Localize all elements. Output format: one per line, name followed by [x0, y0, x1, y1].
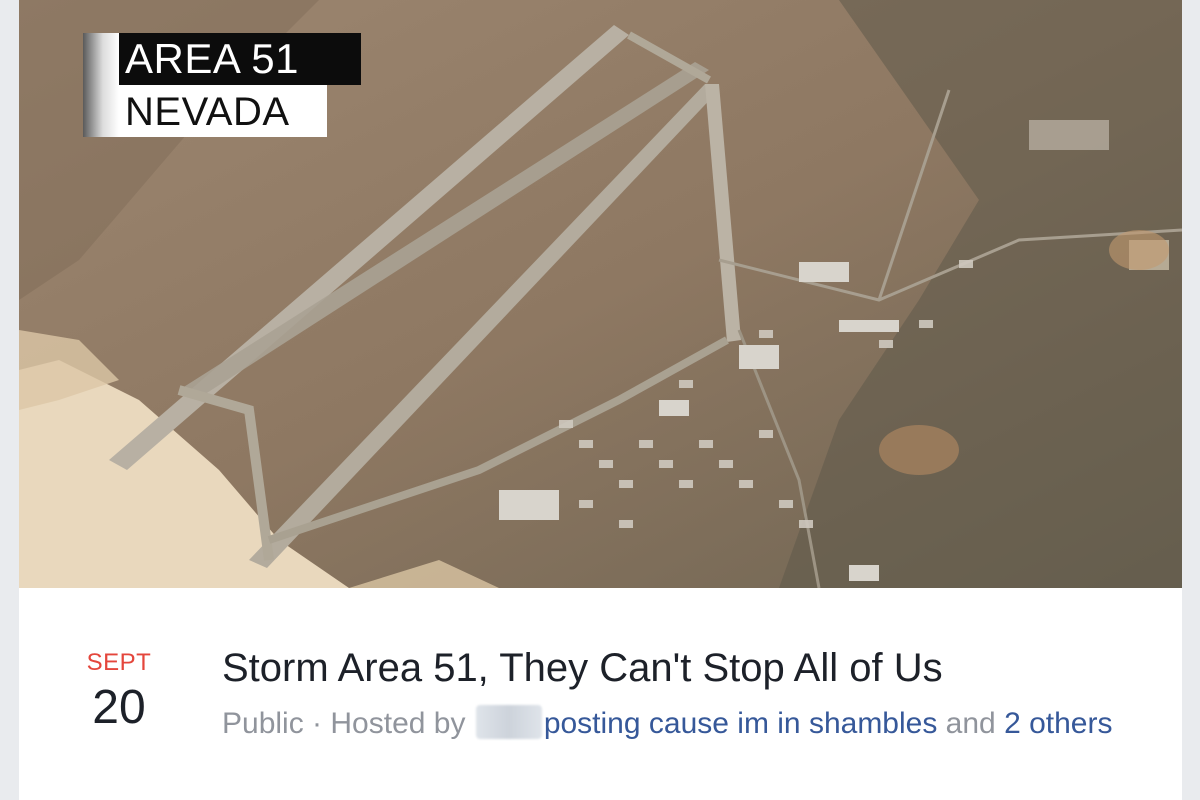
- and-label: and: [937, 707, 1005, 740]
- event-month: SEPT: [86, 649, 152, 676]
- event-day: 20: [92, 681, 146, 734]
- privacy-label: Public: [222, 707, 304, 740]
- event-title[interactable]: Storm Area 51, They Can't Stop All of Us: [222, 640, 1122, 696]
- other-hosts-link[interactable]: 2 others: [1004, 707, 1112, 740]
- event-info: Storm Area 51, They Can't Stop All of Us…: [222, 640, 1122, 746]
- event-card: AREA 51 NEVADA SEPT 20 Storm Area 51, Th…: [19, 0, 1182, 800]
- blurred-host-avatar: [475, 705, 542, 739]
- event-date-badge: SEPT 20: [59, 648, 179, 734]
- caption-line-1: AREA 51: [119, 33, 361, 85]
- hosted-by-label: Hosted by: [330, 707, 466, 740]
- host-link[interactable]: posting cause im in shambles: [544, 707, 938, 740]
- location-caption-overlay: AREA 51 NEVADA: [83, 33, 361, 137]
- meta-separator: ·: [303, 707, 331, 740]
- caption-accent-bar: [83, 33, 119, 137]
- event-cover-photo[interactable]: AREA 51 NEVADA: [19, 0, 1182, 588]
- caption-line-2: NEVADA: [119, 85, 327, 137]
- event-meta: Public · Hosted by posting cause im in s…: [222, 702, 1122, 746]
